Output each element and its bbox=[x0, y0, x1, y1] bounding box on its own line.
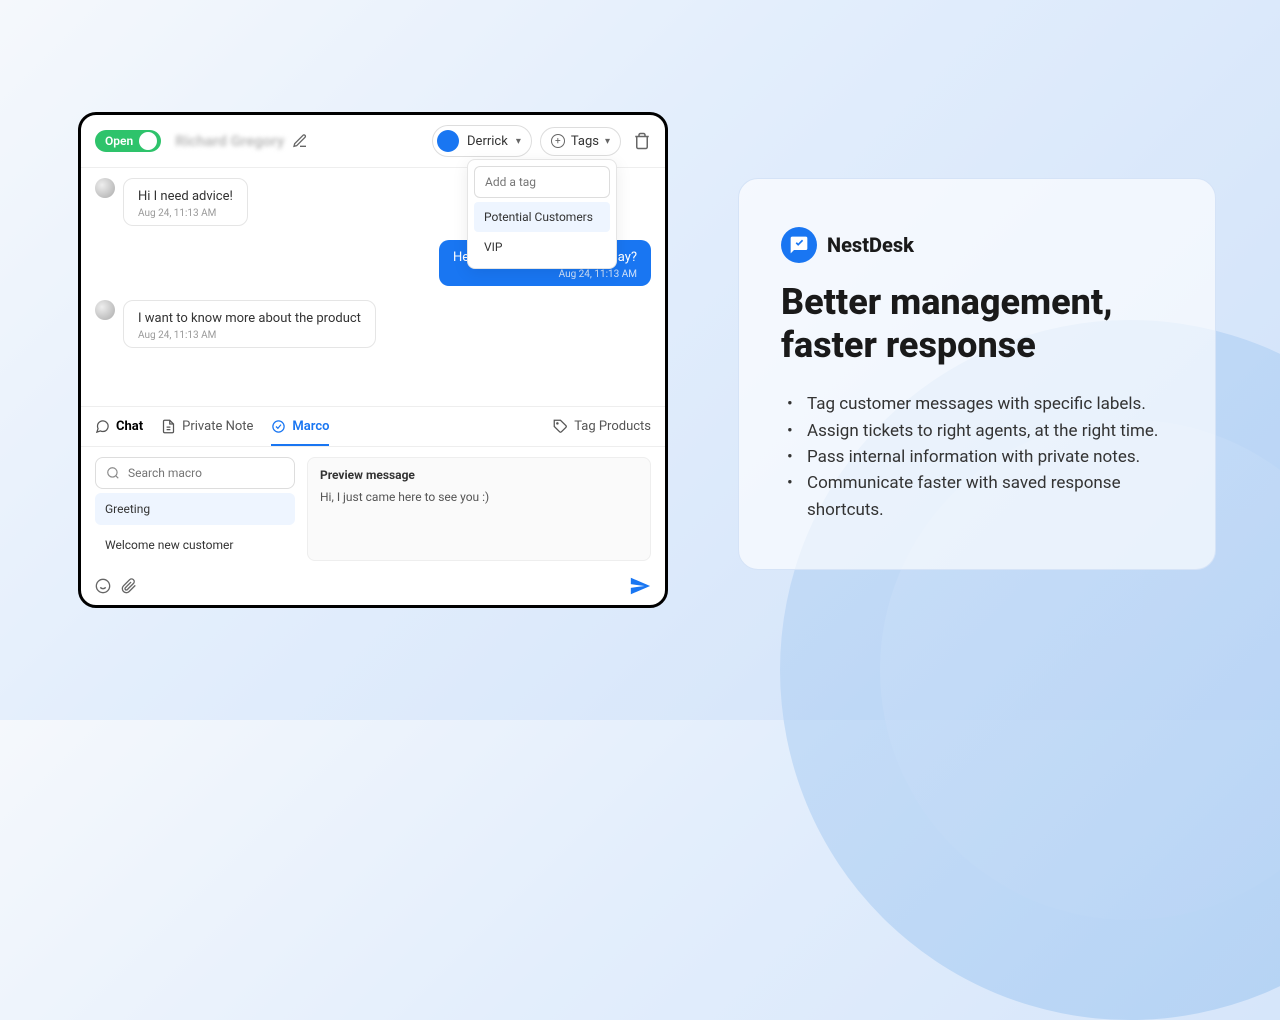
tab-label: Chat bbox=[116, 419, 143, 434]
edit-icon[interactable] bbox=[292, 133, 308, 149]
assignee-name: Derrick bbox=[467, 134, 508, 149]
promo-title: Better management, faster response bbox=[781, 281, 1173, 367]
tab-label: Marco bbox=[292, 419, 329, 434]
tags-label: Tags bbox=[571, 134, 599, 149]
tag-option-vip[interactable]: VIP bbox=[474, 232, 610, 262]
chat-logo-icon bbox=[789, 235, 809, 255]
chevron-down-icon: ▾ bbox=[516, 136, 521, 147]
status-label: Open bbox=[105, 134, 133, 148]
macro-item-welcome[interactable]: Welcome new customer bbox=[95, 529, 295, 561]
toggle-knob bbox=[139, 132, 157, 150]
note-icon bbox=[161, 419, 176, 434]
topbar: Open Richard Gregory Derrick ▾ + Tags ▾ … bbox=[81, 115, 665, 168]
tab-label: Tag Products bbox=[574, 419, 651, 434]
composer-tabs: Chat Private Note Marco Tag Products bbox=[81, 407, 665, 447]
tag-dropdown-menu: Potential Customers VIP bbox=[467, 159, 617, 269]
macro-list: Greeting Welcome new customer bbox=[95, 457, 295, 561]
chat-icon bbox=[95, 419, 110, 434]
message-time: Aug 24, 11:13 AM bbox=[138, 208, 233, 219]
preview-text: Hi, I just came here to see you :) bbox=[320, 490, 638, 504]
macro-preview: Preview message Hi, I just came here to … bbox=[307, 457, 651, 561]
chat-window: Open Richard Gregory Derrick ▾ + Tags ▾ … bbox=[78, 112, 668, 608]
macro-panel: Greeting Welcome new customer Preview me… bbox=[81, 447, 665, 571]
plus-circle-icon: + bbox=[551, 134, 565, 148]
tab-label: Private Note bbox=[182, 419, 253, 434]
tab-private-note[interactable]: Private Note bbox=[161, 407, 253, 446]
tags-dropdown[interactable]: + Tags ▾ bbox=[540, 127, 621, 156]
message-text: Hi I need advice! bbox=[138, 189, 233, 204]
logo-badge bbox=[781, 227, 817, 263]
contact-name: Richard Gregory bbox=[175, 132, 284, 150]
promo-bullets: Tag customer messages with specific labe… bbox=[781, 391, 1173, 523]
assignee-avatar bbox=[437, 130, 459, 152]
composer-actions bbox=[81, 571, 665, 605]
macro-item-greeting[interactable]: Greeting bbox=[95, 493, 295, 525]
message-bubble-incoming: I want to know more about the product Au… bbox=[123, 300, 376, 348]
emoji-icon[interactable] bbox=[95, 578, 111, 594]
promo-bullet: Assign tickets to right agents, at the r… bbox=[799, 418, 1173, 444]
tag-option-potential[interactable]: Potential Customers bbox=[474, 202, 610, 232]
macro-icon bbox=[271, 419, 286, 434]
brand-name: NestDesk bbox=[827, 233, 914, 257]
macro-search-input[interactable] bbox=[128, 466, 284, 480]
tab-tag-products[interactable]: Tag Products bbox=[553, 407, 651, 446]
customer-avatar bbox=[95, 300, 115, 320]
chevron-down-icon: ▾ bbox=[605, 136, 610, 147]
tab-marco[interactable]: Marco bbox=[271, 407, 329, 446]
composer: Chat Private Note Marco Tag Products bbox=[81, 406, 665, 605]
promo-card: NestDesk Better management, faster respo… bbox=[738, 178, 1216, 570]
assignee-dropdown[interactable]: Derrick ▾ bbox=[432, 125, 532, 157]
message-text: I want to know more about the product bbox=[138, 311, 361, 326]
tab-chat[interactable]: Chat bbox=[95, 407, 143, 446]
preview-label: Preview message bbox=[320, 468, 638, 482]
promo-bullet: Tag customer messages with specific labe… bbox=[799, 391, 1173, 417]
logo-row: NestDesk bbox=[781, 227, 1173, 263]
search-icon bbox=[106, 466, 120, 480]
message-bubble-incoming: Hi I need advice! Aug 24, 11:13 AM bbox=[123, 178, 248, 226]
message-time: Aug 24, 11:13 AM bbox=[453, 269, 637, 280]
message-time: Aug 24, 11:13 AM bbox=[138, 330, 361, 341]
trash-icon[interactable] bbox=[633, 132, 651, 150]
tag-search-input[interactable] bbox=[474, 166, 610, 198]
promo-bullet: Pass internal information with private n… bbox=[799, 444, 1173, 470]
customer-avatar bbox=[95, 178, 115, 198]
macro-search[interactable] bbox=[95, 457, 295, 489]
attachment-icon[interactable] bbox=[121, 578, 137, 594]
send-button[interactable] bbox=[629, 575, 651, 597]
status-toggle[interactable]: Open bbox=[95, 130, 161, 152]
message-row: I want to know more about the product Au… bbox=[95, 300, 651, 348]
promo-bullet: Communicate faster with saved response s… bbox=[799, 470, 1173, 523]
product-tag-icon bbox=[553, 419, 568, 434]
